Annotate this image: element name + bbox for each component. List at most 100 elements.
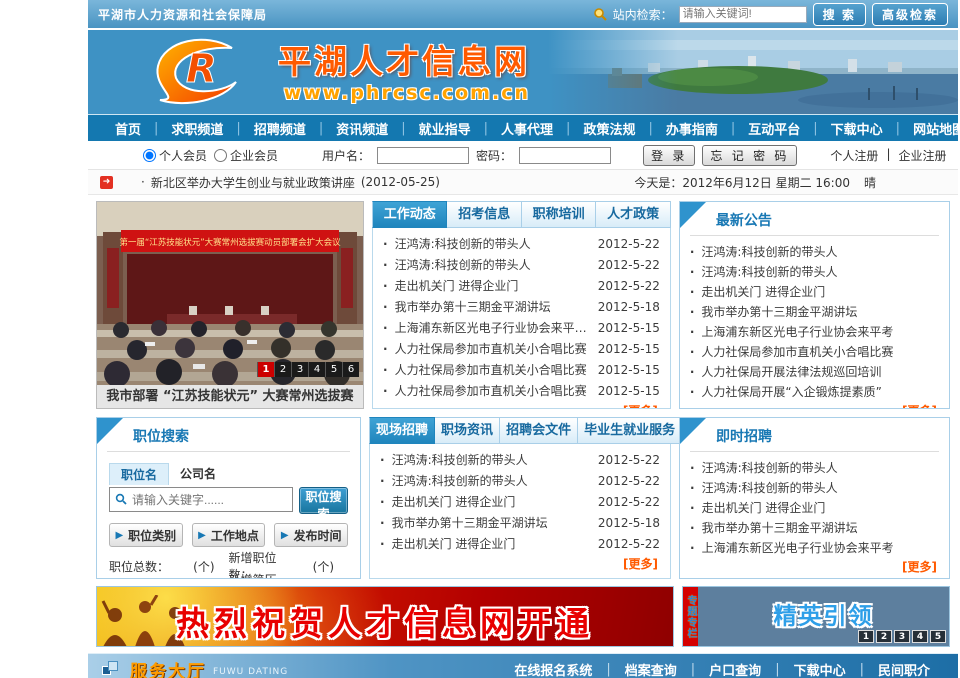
news-item[interactable]: 汪鸿涛:科技创新的带头人2012-5-22	[383, 254, 660, 275]
nav-item-interactive[interactable]: 互动平台	[735, 119, 813, 138]
instant-more-link[interactable]: [更多]	[690, 557, 939, 575]
news-title[interactable]: 走出机关门 进得企业门	[380, 535, 590, 552]
notice-item-title[interactable]: 我市举办第十三期金平湖讲坛	[690, 519, 939, 536]
slide-page-2[interactable]: 2	[274, 362, 291, 377]
tab-onsite-recruit[interactable]: 现场招聘	[369, 417, 435, 444]
news-item[interactable]: 汪鸿涛:科技创新的带头人2012-5-22	[380, 449, 660, 470]
notice-item-title[interactable]: 上海浦东新区光电子行业协会来平考	[690, 323, 939, 340]
slide-page-4[interactable]: 4	[308, 362, 325, 377]
link-hukou-query[interactable]: 户口查询	[695, 660, 775, 678]
slide-page-6[interactable]: 6	[342, 362, 359, 377]
notice-more-link[interactable]: [更多]	[690, 401, 939, 409]
news-item[interactable]: 我市举办第十三期金平湖讲坛2012-5-18	[380, 512, 660, 533]
slide-page-3[interactable]: 3	[291, 362, 308, 377]
notice-item-title[interactable]: 汪鸿涛:科技创新的带头人	[690, 479, 939, 496]
notice-item[interactable]: 我市举办第十三期金平湖讲坛	[690, 517, 939, 537]
notice-item[interactable]: 汪鸿涛:科技创新的带头人	[690, 261, 939, 281]
notice-item[interactable]: 汪鸿涛:科技创新的带头人	[690, 457, 939, 477]
news-title[interactable]: 人力社保局参加市直机关小合唱比赛	[383, 382, 590, 399]
notice-item-title[interactable]: 汪鸿涛:科技创新的带头人	[690, 263, 939, 280]
nav-item-guidance[interactable]: 就业指导	[406, 119, 484, 138]
news-title[interactable]: 人力社保局参加市直机关小合唱比赛	[383, 340, 590, 357]
notice-item-title[interactable]: 人力社保局参加市直机关小合唱比赛	[690, 343, 939, 360]
news-item[interactable]: 汪鸿涛:科技创新的带头人2012-5-22	[383, 233, 660, 254]
logo-block[interactable]: R 平湖人才信息网 www.phrcsc.com.cn	[146, 34, 530, 112]
radio-personal[interactable]	[143, 149, 156, 162]
nav-item-jobseeker[interactable]: 求职频道	[158, 119, 236, 138]
news-title[interactable]: 汪鸿涛:科技创新的带头人	[383, 256, 590, 273]
notice-item[interactable]: 走出机关门 进得企业门	[690, 497, 939, 517]
news-item[interactable]: 汪鸿涛:科技创新的带头人2012-5-22	[380, 470, 660, 491]
tab-career-news[interactable]: 职场资讯	[435, 417, 500, 444]
celebration-banner[interactable]: 热烈祝贺人才信息网开通	[96, 586, 674, 647]
notice-item[interactable]: 汪鸿涛:科技创新的带头人	[690, 241, 939, 261]
tab-jobfair-files[interactable]: 招聘会文件	[500, 417, 578, 444]
notice-item-title[interactable]: 人力社保局开展“入企锻炼提素质”	[690, 383, 939, 400]
notice-item[interactable]: 上海浦东新区光电子行业协会来平考	[690, 321, 939, 341]
member-company-radio[interactable]: 企业会员	[214, 147, 278, 164]
filter-work-location[interactable]: ▶工作地点	[192, 523, 266, 547]
news-title[interactable]: 汪鸿涛:科技创新的带头人	[380, 472, 590, 489]
news-title[interactable]: 上海浦东新区光电子行业协会来平考察	[383, 319, 590, 336]
site-search-input[interactable]	[679, 6, 807, 23]
tab-title-training[interactable]: 职称培训	[522, 201, 596, 228]
login-button[interactable]: 登 录	[643, 145, 695, 166]
tab-work-dynamics[interactable]: 工作动态	[372, 201, 447, 228]
keyword-input[interactable]	[132, 493, 287, 507]
member-personal-radio[interactable]: 个人会员	[143, 147, 207, 164]
news-item[interactable]: 走出机关门 进得企业门2012-5-22	[380, 533, 660, 554]
filter-publish-time[interactable]: ▶发布时间	[274, 523, 348, 547]
notice-item[interactable]: 上海浦东新区光电子行业协会来平考	[690, 537, 939, 557]
username-field[interactable]	[377, 147, 469, 164]
notice-item[interactable]: 汪鸿涛:科技创新的带头人	[690, 477, 939, 497]
photo-slideshow[interactable]: 第一届“江苏技能状元”大赛常州选拔赛动员部署会扩大会议 1 2 3 4 5	[96, 201, 364, 409]
banner-page-4[interactable]: 4	[912, 630, 928, 643]
notice-item-title[interactable]: 我市举办第十三期金平湖讲坛	[690, 303, 939, 320]
job-search-button[interactable]: 职位搜索	[299, 487, 348, 514]
news-item[interactable]: 人力社保局参加市直机关小合唱比赛2012-5-15	[383, 338, 660, 359]
banner-page-1[interactable]: 1	[858, 630, 874, 643]
nav-item-news[interactable]: 资讯频道	[323, 119, 401, 138]
news-item[interactable]: 走出机关门 进得企业门2012-5-22	[380, 491, 660, 512]
link-online-signup[interactable]: 在线报名系统	[500, 660, 606, 678]
notice-item[interactable]: 人力社保局开展“入企锻炼提素质”	[690, 381, 939, 401]
work-news-more-link[interactable]: [更多]	[383, 401, 660, 409]
nav-item-recruit[interactable]: 招聘频道	[241, 119, 319, 138]
notice-item[interactable]: 走出机关门 进得企业门	[690, 281, 939, 301]
link-private-agency[interactable]: 民间职介	[864, 660, 944, 678]
slide-page-5[interactable]: 5	[325, 362, 342, 377]
recruit-more-link[interactable]: [更多]	[380, 554, 660, 572]
site-search-button[interactable]: 搜 索	[813, 3, 866, 26]
special-topic-banner[interactable]: 专题专栏 精英引领 1 2 3 4 5	[682, 586, 950, 647]
banner-page-2[interactable]: 2	[876, 630, 892, 643]
radio-company[interactable]	[214, 149, 227, 162]
banner-page-5[interactable]: 5	[930, 630, 946, 643]
news-title[interactable]: 汪鸿涛:科技创新的带头人	[383, 235, 590, 252]
nav-item-download[interactable]: 下载中心	[818, 119, 896, 138]
nav-item-policy[interactable]: 政策法规	[570, 119, 648, 138]
ticker-news-link[interactable]: 新北区举办大学生创业与就业政策讲座	[151, 174, 355, 191]
advanced-search-button[interactable]: 高级检索	[872, 3, 948, 26]
notice-item-title[interactable]: 人力社保局开展法律法规巡回培训	[690, 363, 939, 380]
tab-job-name[interactable]: 职位名	[109, 463, 169, 485]
banner-page-3[interactable]: 3	[894, 630, 910, 643]
news-item[interactable]: 上海浦东新区光电子行业协会来平考察2012-5-15	[383, 317, 660, 338]
tab-exam-info[interactable]: 招考信息	[447, 201, 521, 228]
notice-item-title[interactable]: 走出机关门 进得企业门	[690, 283, 939, 300]
news-item[interactable]: 人力社保局参加市直机关小合唱比赛2012-5-15	[383, 380, 660, 401]
tab-company-name[interactable]: 公司名	[169, 463, 227, 485]
news-title[interactable]: 我市举办第十三期金平湖讲坛	[383, 298, 590, 315]
news-title[interactable]: 走出机关门 进得企业门	[383, 277, 590, 294]
register-company-link[interactable]: 企业注册	[898, 147, 946, 164]
nav-item-hr-agency[interactable]: 人事代理	[488, 119, 566, 138]
password-field[interactable]	[519, 147, 611, 164]
news-title[interactable]: 汪鸿涛:科技创新的带头人	[380, 451, 590, 468]
forgot-password-button[interactable]: 忘 记 密 码	[702, 145, 797, 166]
tab-talent-policy[interactable]: 人才政策	[596, 201, 670, 228]
tab-graduate-service[interactable]: 毕业生就业服务	[578, 417, 682, 444]
notice-item-title[interactable]: 上海浦东新区光电子行业协会来平考	[690, 539, 939, 556]
nav-item-home[interactable]: 首页	[102, 119, 154, 138]
slide-page-1[interactable]: 1	[257, 362, 274, 377]
filter-job-category[interactable]: ▶职位类别	[109, 523, 183, 547]
notice-item[interactable]: 人力社保局开展法律法规巡回培训	[690, 361, 939, 381]
